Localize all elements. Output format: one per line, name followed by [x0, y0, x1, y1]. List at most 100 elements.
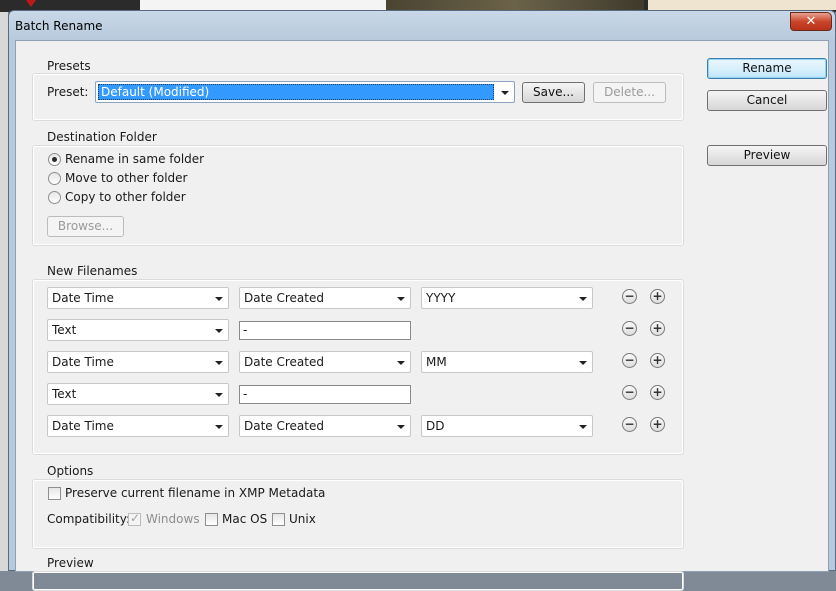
chevron-down-icon: [579, 297, 587, 301]
save-preset-button[interactable]: Save...: [522, 82, 585, 103]
options-group-label: Options: [47, 464, 94, 478]
filename-row-1-field-value: Date Created: [244, 291, 324, 305]
radio-copy-other-folder[interactable]: [48, 191, 61, 204]
remove-row-5-button[interactable]: −: [622, 417, 637, 432]
filename-row-2-text-input[interactable]: -: [239, 321, 411, 340]
copy-other-folder-label[interactable]: Copy to other folder: [65, 190, 186, 204]
close-button[interactable]: ✕: [790, 12, 832, 31]
macos-checkbox[interactable]: [205, 513, 218, 526]
filename-row-3-format-value: MM: [426, 355, 447, 369]
chevron-down-icon: [579, 425, 587, 429]
chevron-down-icon: [215, 393, 223, 397]
remove-row-2-button[interactable]: −: [622, 321, 637, 336]
background-left-panel: [0, 12, 8, 571]
background-panel: [648, 0, 836, 10]
close-icon: ✕: [805, 14, 817, 29]
filename-row-1-format-value: YYYY: [426, 291, 456, 305]
preserve-filename-label[interactable]: Preserve current filename in XMP Metadat…: [65, 486, 325, 500]
browse-button[interactable]: Browse...: [47, 216, 124, 237]
minus-icon: −: [624, 289, 635, 303]
plus-icon: +: [652, 289, 663, 303]
remove-row-4-button[interactable]: −: [622, 385, 637, 400]
filename-row-1-field[interactable]: Date Created: [239, 287, 411, 309]
new-filenames-group-label: New Filenames: [47, 264, 138, 278]
filename-row-4-text-input[interactable]: -: [239, 385, 411, 404]
filename-row-5-type-value: Date Time: [52, 419, 114, 433]
title-bar[interactable]: Batch Rename: [9, 11, 835, 41]
radio-move-other-folder[interactable]: [48, 172, 61, 185]
filename-row-5-type[interactable]: Date Time: [47, 415, 229, 437]
filename-row-5-field[interactable]: Date Created: [239, 415, 411, 437]
chevron-down-icon: [215, 361, 223, 365]
filename-row-2-type-value: Text: [52, 323, 77, 337]
add-row-5-button[interactable]: +: [650, 417, 665, 432]
rename-button[interactable]: Rename: [707, 58, 827, 79]
filename-row-1-type-value: Date Time: [52, 291, 114, 305]
chevron-down-icon: [397, 297, 405, 301]
chevron-down-icon: [501, 91, 509, 95]
filename-row-1-format[interactable]: YYYY: [421, 287, 593, 309]
background-window-edge: [140, 0, 386, 10]
remove-row-1-button[interactable]: −: [622, 289, 637, 304]
macos-label[interactable]: Mac OS: [222, 512, 267, 526]
plus-icon: +: [652, 353, 663, 367]
preset-selection-highlight: Default (Modified): [98, 84, 494, 100]
red-marker-icon: [26, 0, 36, 7]
delete-preset-button[interactable]: Delete...: [593, 82, 666, 103]
destination-group-label: Destination Folder: [47, 130, 157, 144]
move-other-folder-label[interactable]: Move to other folder: [65, 171, 187, 185]
filename-row-5-format-value: DD: [426, 419, 445, 433]
preview-group: [32, 571, 684, 591]
preset-select[interactable]: Default (Modified): [95, 81, 515, 103]
unix-checkbox[interactable]: [272, 513, 285, 526]
plus-icon: +: [652, 321, 663, 335]
compatibility-label: Compatibility:: [47, 512, 131, 526]
chevron-down-icon: [215, 329, 223, 333]
rename-same-folder-label[interactable]: Rename in same folder: [65, 152, 204, 166]
preserve-filename-checkbox[interactable]: [48, 487, 61, 500]
add-row-3-button[interactable]: +: [650, 353, 665, 368]
minus-icon: −: [624, 385, 635, 399]
chevron-down-icon: [579, 361, 587, 365]
preview-button[interactable]: Preview: [707, 145, 827, 166]
filename-row-5-format[interactable]: DD: [421, 415, 593, 437]
filename-row-3-field[interactable]: Date Created: [239, 351, 411, 373]
filename-row-3-field-value: Date Created: [244, 355, 324, 369]
filename-row-5-field-value: Date Created: [244, 419, 324, 433]
add-row-4-button[interactable]: +: [650, 385, 665, 400]
unix-label[interactable]: Unix: [289, 512, 316, 526]
cancel-button[interactable]: Cancel: [707, 90, 827, 111]
filename-row-4-type[interactable]: Text: [47, 383, 229, 405]
windows-checkbox[interactable]: ✓: [128, 511, 141, 526]
preset-label: Preset:: [47, 85, 89, 99]
chevron-down-icon: [215, 297, 223, 301]
filename-row-3-type-value: Date Time: [52, 355, 114, 369]
minus-icon: −: [624, 417, 635, 431]
chevron-down-icon: [397, 425, 405, 429]
presets-group-label: Presets: [47, 59, 91, 73]
filename-row-3-format[interactable]: MM: [421, 351, 593, 373]
dialog-body: Rename Cancel Preview Presets Preset: De…: [15, 40, 829, 591]
filename-row-1-type[interactable]: Date Time: [47, 287, 229, 309]
windows-label: Windows: [146, 512, 200, 526]
filename-row-2-text-value: -: [243, 323, 248, 337]
plus-icon: +: [652, 417, 663, 431]
filename-row-4-text-value: -: [243, 387, 248, 401]
batch-rename-dialog: Batch Rename ✕ Rename Cancel Preview Pre…: [8, 10, 836, 591]
checkmark-icon: ✓: [130, 511, 141, 525]
preset-value: Default (Modified): [101, 85, 210, 99]
chevron-down-icon: [215, 425, 223, 429]
filename-row-2-type[interactable]: Text: [47, 319, 229, 341]
preview-group-label: Preview: [47, 556, 94, 570]
radio-rename-same-folder[interactable]: [48, 153, 61, 166]
plus-icon: +: [652, 385, 663, 399]
minus-icon: −: [624, 353, 635, 367]
add-row-2-button[interactable]: +: [650, 321, 665, 336]
remove-row-3-button[interactable]: −: [622, 353, 637, 368]
filename-row-4-type-value: Text: [52, 387, 77, 401]
minus-icon: −: [624, 321, 635, 335]
add-row-1-button[interactable]: +: [650, 289, 665, 304]
chevron-down-icon: [397, 361, 405, 365]
window-title: Batch Rename: [15, 19, 103, 33]
filename-row-3-type[interactable]: Date Time: [47, 351, 229, 373]
